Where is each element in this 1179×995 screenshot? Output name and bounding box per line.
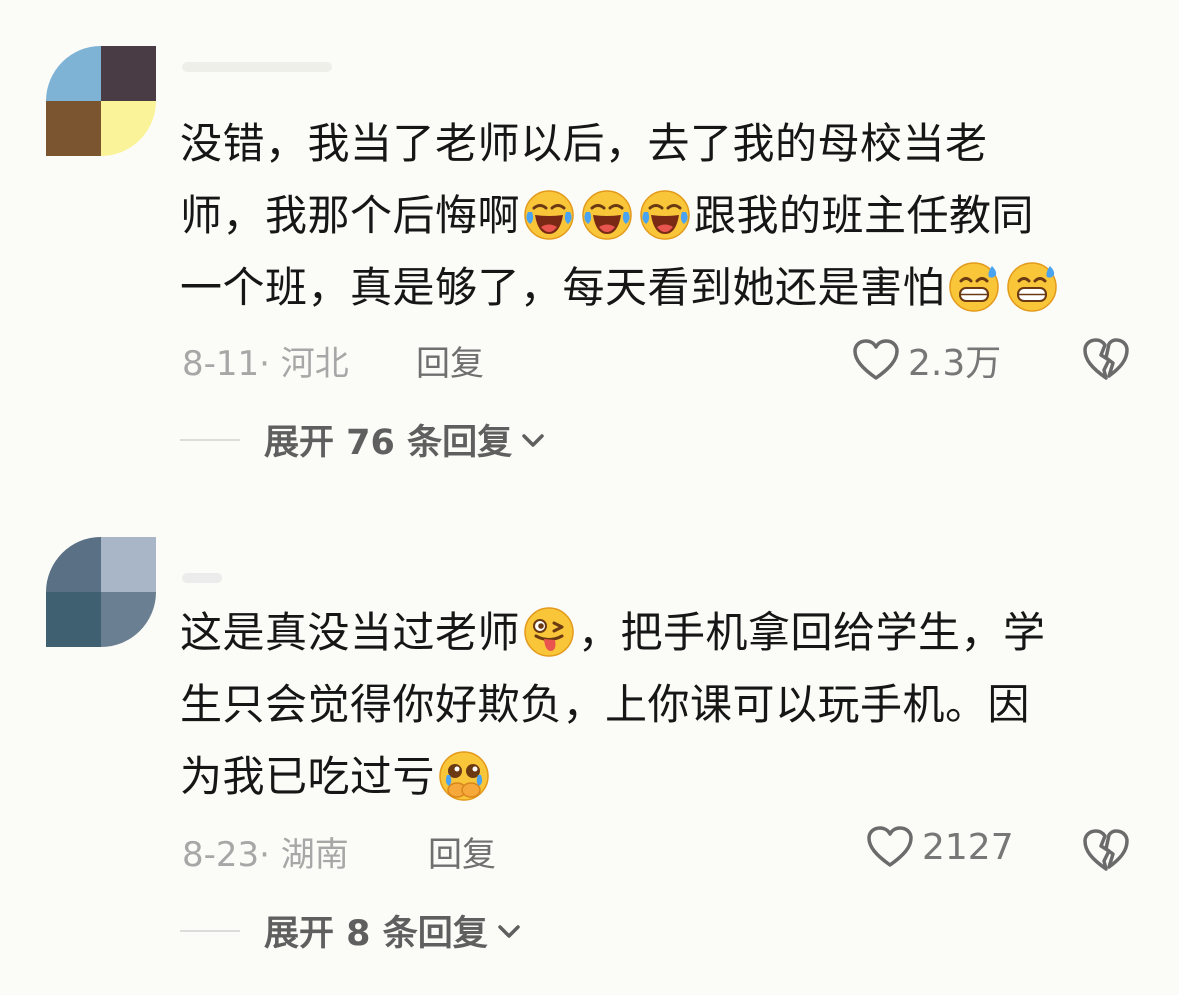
- comment-date-location: 8-23· 湖南: [182, 835, 349, 875]
- comment-text-segment: 这是真没当过老师: [180, 608, 521, 657]
- like-button[interactable]: 2127: [866, 825, 1014, 869]
- comment-text: 没错，我当了老师以后，去了我的母校当老 师，我那个后悔啊 跟我的班主任教同一个班，真…: [180, 108, 1140, 324]
- expand-replies-button[interactable]: 展开 76 条回复: [180, 414, 546, 465]
- username-blurred: [182, 62, 332, 72]
- comment-text: 这是真没当过老师 ，把手机拿回给学生，学生只会觉得你好欺负，上你课可以玩手机。因为…: [180, 597, 1140, 813]
- chevron-down-icon: [497, 924, 520, 938]
- comment-line: 没错，我当了老师以后，去了我的母校当老: [180, 108, 1140, 180]
- comment-line: 这是真没当过老师 ，把手机拿回给学生，学: [180, 597, 1140, 669]
- reply-button[interactable]: 回复: [416, 336, 484, 385]
- expand-replies-label: 展开 8 条回复: [264, 914, 488, 954]
- expand-replies-label: 展开 76 条回复: [264, 423, 513, 463]
- pleading-emoji-icon: [437, 749, 491, 803]
- reply-button[interactable]: 回复: [428, 827, 496, 876]
- divider-line: [180, 929, 240, 932]
- comment-text-segment: 为我已吃过亏: [180, 752, 436, 801]
- comment-date-location: 8-11· 河北: [182, 344, 349, 384]
- comment-line: 为我已吃过亏: [180, 741, 1140, 813]
- divider-line: [180, 438, 240, 441]
- like-button[interactable]: 2.3万: [852, 334, 1001, 386]
- avatar-mosaic: [46, 592, 101, 647]
- comment-item: 这是真没当过老师 ，把手机拿回给学生，学生只会觉得你好欺负，上你课可以玩手机。因为…: [0, 495, 1179, 995]
- avatar-mosaic: [101, 537, 156, 592]
- comment-text-segment: ，把手机拿回给学生，学: [578, 608, 1046, 657]
- wink-tongue-emoji-icon: [522, 605, 576, 659]
- comment-text-segment: 生只会觉得你好欺负，上你课可以玩手机。因: [180, 680, 1031, 729]
- comment-line: 师，我那个后悔啊 跟我的班主任教同: [180, 180, 1140, 252]
- like-count: 2.3万: [908, 343, 1002, 384]
- avatar-mosaic: [101, 101, 156, 156]
- comment-line: 生只会觉得你好欺负，上你课可以玩手机。因: [180, 669, 1140, 741]
- comment-item: 没错，我当了老师以后，去了我的母校当老 师，我那个后悔啊 跟我的班主任教同一个班，真…: [0, 0, 1179, 495]
- comment-text-segment: 没错，我当了老师以后，去了我的母校当老: [180, 119, 988, 168]
- avatar[interactable]: [46, 537, 156, 647]
- like-count: 2127: [922, 826, 1014, 868]
- broken-heart-icon[interactable]: [1082, 336, 1130, 382]
- grin-sweat-emoji-icon: [1005, 260, 1059, 314]
- comment-text-segment: 一个班，真是够了，每天看到她还是害怕: [180, 263, 946, 312]
- avatar-mosaic: [46, 46, 101, 101]
- comment-text-segment: 师，我那个后悔啊: [180, 191, 521, 240]
- comment-line: 一个班，真是够了，每天看到她还是害怕: [180, 252, 1140, 324]
- laugh-cry-emoji-icon: [580, 188, 634, 242]
- avatar-mosaic: [46, 537, 101, 592]
- expand-replies-button[interactable]: 展开 8 条回复: [180, 905, 522, 956]
- avatar-mosaic: [101, 46, 156, 101]
- comment-text-segment: 跟我的班主任教同: [694, 191, 1035, 240]
- avatar[interactable]: [46, 46, 156, 156]
- grin-sweat-emoji-icon: [947, 260, 1001, 314]
- username-blurred: [182, 573, 222, 583]
- heart-icon: [867, 826, 913, 867]
- avatar-mosaic: [101, 592, 156, 647]
- broken-heart-icon[interactable]: [1082, 827, 1130, 873]
- avatar-mosaic: [46, 101, 101, 156]
- heart-icon: [853, 339, 899, 380]
- chevron-down-icon: [522, 433, 544, 447]
- laugh-cry-emoji-icon: [522, 188, 576, 242]
- laugh-cry-emoji-icon: [638, 188, 692, 242]
